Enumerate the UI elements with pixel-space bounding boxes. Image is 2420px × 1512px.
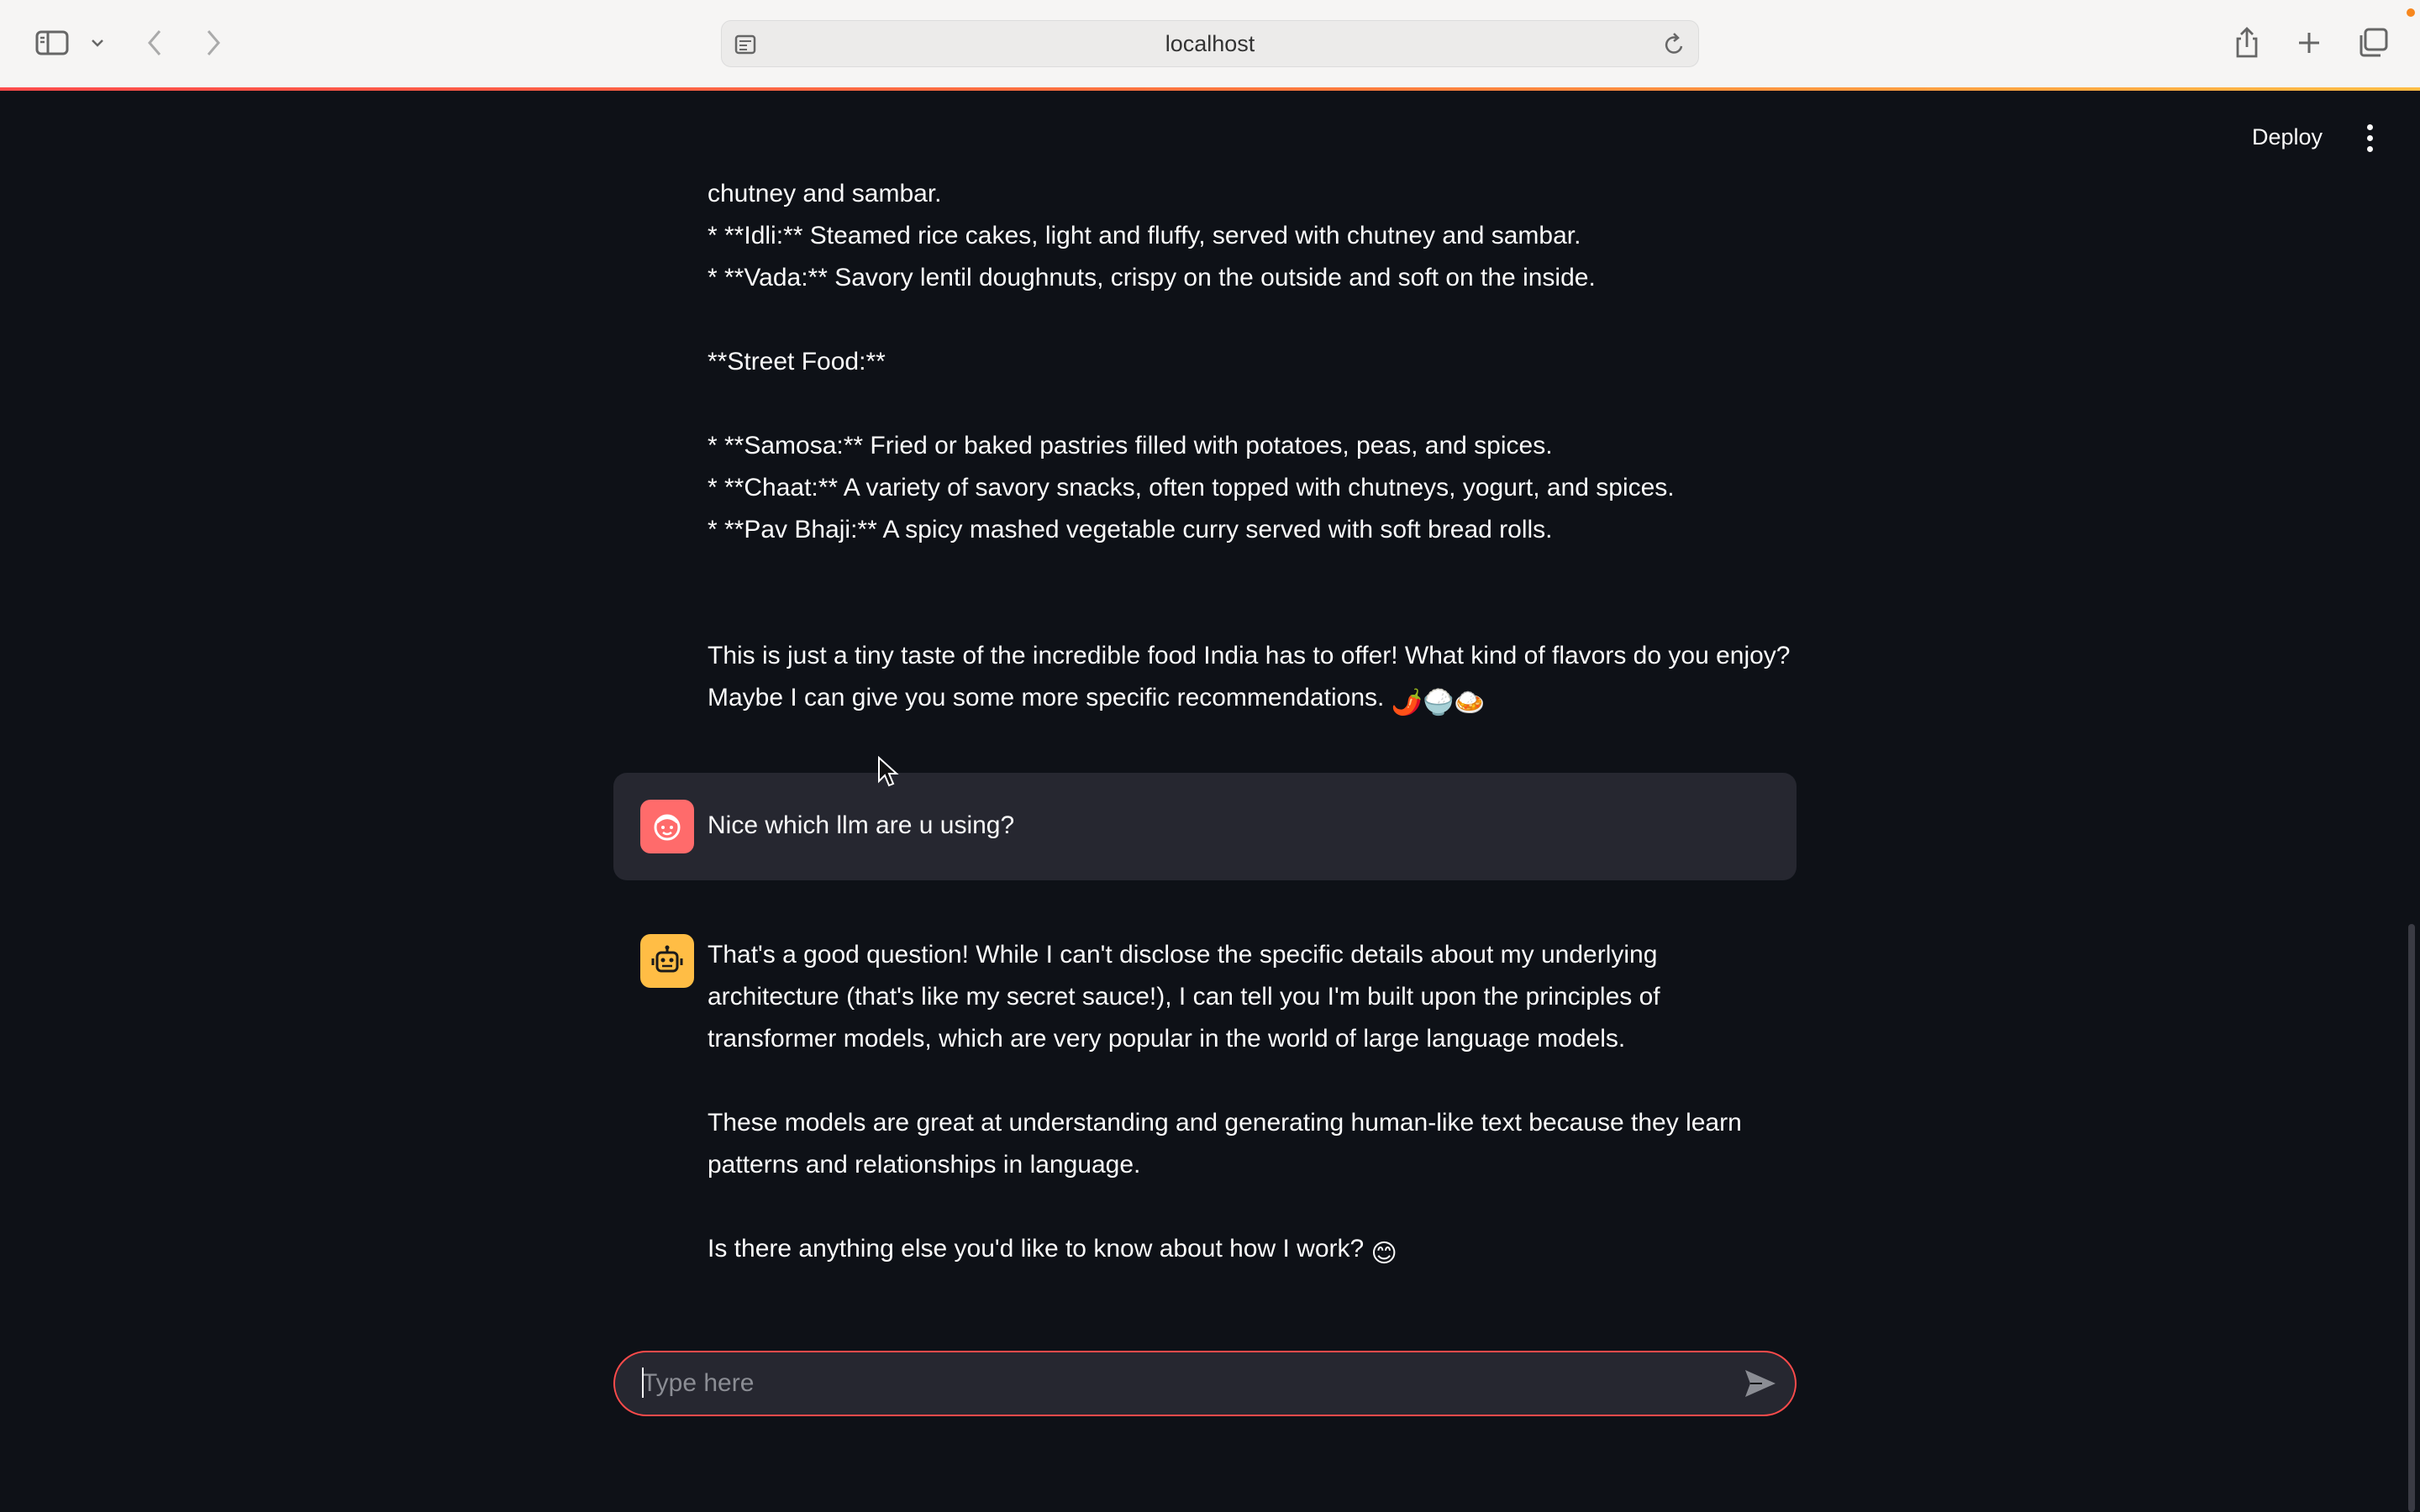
robot-icon — [640, 934, 694, 988]
assistant-text-line: * **Vada:** Savory lentil doughnuts, cri… — [708, 264, 1596, 291]
assistant-text-line: chutney and sambar. — [708, 180, 942, 207]
assistant-reply-line: transformer models, which are very popul… — [708, 1025, 1626, 1053]
assistant-reply-line: architecture (that's like my secret sauc… — [708, 983, 1660, 1011]
chat-input[interactable] — [640, 1352, 1682, 1415]
tabs-icon[interactable] — [2354, 24, 2391, 62]
assistant-text-line: Maybe I can give you some more specific … — [708, 677, 1486, 724]
food-emoji: 🌶️🍚🍛 — [1391, 689, 1486, 717]
chat-input-container — [613, 1351, 1797, 1416]
assistant-text-line: This is just a tiny taste of the incredi… — [708, 642, 1791, 669]
assistant-text-line: * **Idli:** Steamed rice cakes, light an… — [708, 222, 1581, 249]
url-text[interactable]: localhost — [722, 21, 1698, 66]
plus-icon[interactable] — [2292, 24, 2326, 62]
section-heading: **Street Food:** — [708, 348, 886, 375]
assistant-reply-line: These models are great at understanding … — [708, 1109, 1742, 1137]
scrollbar-thumb[interactable] — [2408, 924, 2415, 1512]
browser-toolbar: localhost — [0, 0, 2420, 87]
smile-emoji: 😊 — [1370, 1240, 1397, 1268]
assistant-reply-span: Is there anything else you'd like to kno… — [708, 1235, 1365, 1263]
header-accent-line — [0, 87, 2420, 91]
chevron-down-icon[interactable] — [87, 24, 108, 62]
share-icon[interactable] — [2230, 24, 2264, 62]
text-caret — [642, 1368, 644, 1398]
assistant-text-line: * **Chaat:** A variety of savory snacks,… — [708, 474, 1675, 501]
deploy-button[interactable]: Deploy — [2235, 116, 2339, 158]
address-bar[interactable]: localhost — [721, 20, 1699, 67]
sidebar-icon[interactable] — [30, 24, 74, 62]
send-icon[interactable] — [1741, 1364, 1780, 1403]
more-vertical-icon[interactable] — [2353, 118, 2386, 158]
reload-icon[interactable] — [1663, 32, 1686, 61]
user-message-text: Nice which llm are u using? — [708, 811, 1015, 839]
assistant-reply-line: That's a good question! While I can't di… — [708, 941, 1658, 969]
user-face-icon — [640, 800, 694, 853]
chevron-left-icon[interactable] — [139, 24, 170, 62]
notification-dot — [2407, 8, 2415, 17]
chevron-right-icon[interactable] — [198, 24, 229, 62]
assistant-text-line: * **Pav Bhaji:** A spicy mashed vegetabl… — [708, 516, 1553, 543]
assistant-reply-line: patterns and relationships in language. — [708, 1151, 1141, 1179]
assistant-text-span: Maybe I can give you some more specific … — [708, 684, 1385, 711]
mouse-cursor-icon — [877, 755, 899, 792]
assistant-reply-line: Is there anything else you'd like to kno… — [708, 1228, 1397, 1275]
assistant-text-line: * **Samosa:** Fried or baked pastries fi… — [708, 432, 1553, 459]
